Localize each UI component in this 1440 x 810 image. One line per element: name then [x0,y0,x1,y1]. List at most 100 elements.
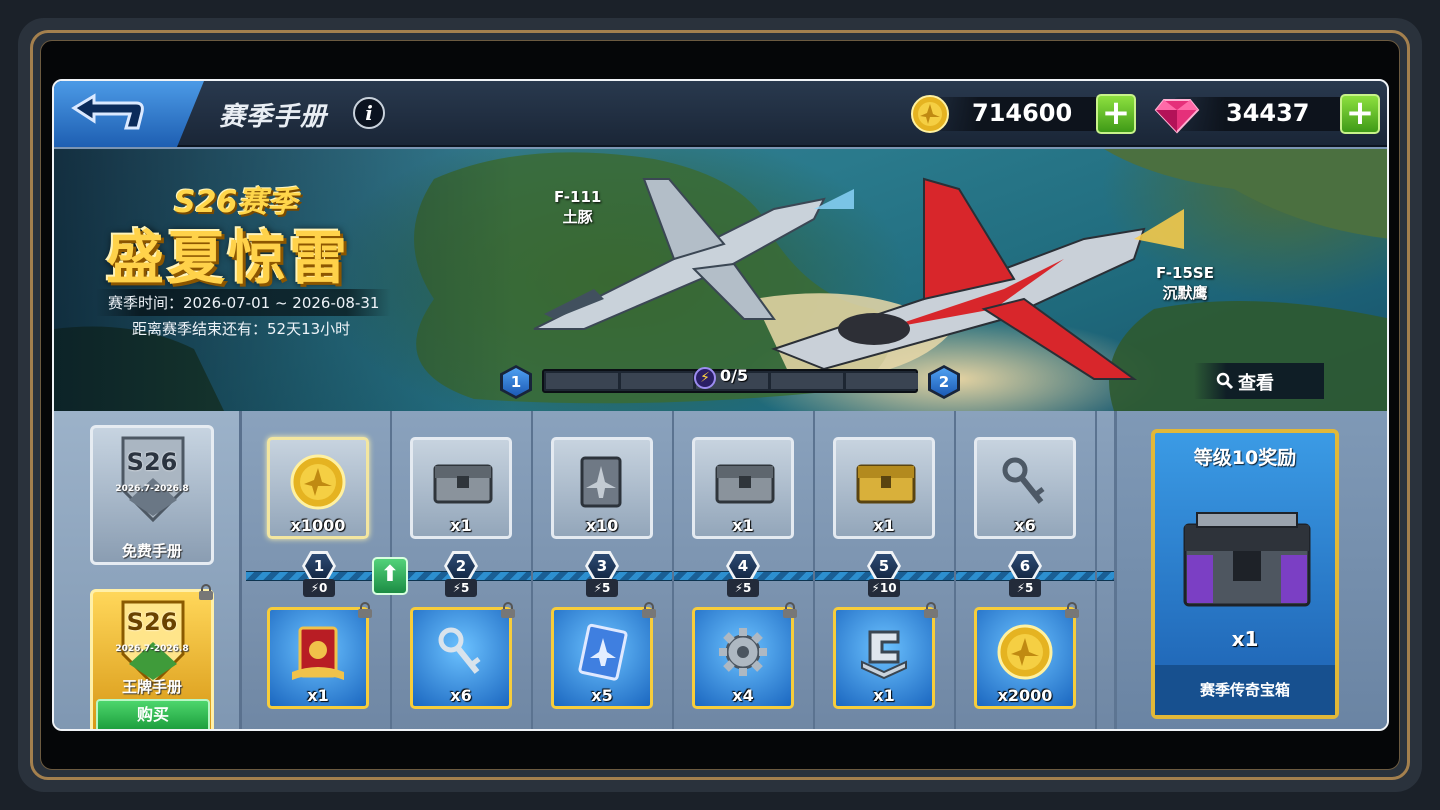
level-cost-value: 5 [602,581,611,595]
reward-qty: x1000 [290,516,346,535]
level-hex: 6 [1008,551,1042,581]
buy-button[interactable]: 购买 [96,699,210,729]
search-icon [1216,372,1234,390]
page-title: 赛季手册 [219,102,328,132]
lock-icon [358,602,372,618]
level-cost-value: 5 [1025,581,1034,595]
free-reward-tile[interactable]: x1 [692,437,794,539]
free-badge-text: S26 [126,448,178,476]
level-cost: ⚡0 [303,579,335,597]
f15se-jet-image [771,177,1184,380]
level-cost: ⚡5 [1009,579,1041,597]
energy-bolt-icon: ⚡ [694,367,716,389]
reward-qty: x1 [307,686,329,705]
reward-track: S26 2026.7-2026.8 免费手册 S26 2026.7-2026.8… [54,411,1387,729]
info-icon[interactable]: i [353,97,385,129]
top-bar: 赛季手册 i 714600 + 34437 + [54,81,1387,147]
view-label: 查看 [1238,373,1274,394]
paid-reward-tile[interactable]: x6 [410,602,515,709]
lock-icon [1065,602,1079,618]
back-button[interactable] [54,81,204,147]
reward-qty: x10 [585,516,619,535]
gem-amount: 34437 [1226,99,1310,127]
level-number: 4 [729,554,757,578]
gold-coin-icon [997,624,1053,680]
steel-crate-icon [715,464,775,504]
paid-reward-tile[interactable]: x1 [833,602,938,709]
level-cost: ⚡10 [868,579,900,597]
jet-name: 沉默鹰 [1162,284,1208,302]
add-gold-button[interactable]: + [1096,94,1136,134]
column-divider [531,411,533,729]
season-time-left: 距离赛季结束还有：52天13小时 [132,320,351,338]
lock-icon [642,602,656,618]
view-button[interactable]: 查看 [1194,363,1324,399]
progress-text: 0/5 [720,366,749,385]
manual-selector: S26 2026.7-2026.8 免费手册 S26 2026.7-2026.8… [54,411,242,729]
free-reward-tile[interactable]: x6 [974,437,1076,539]
paid-reward-tile[interactable]: x2000 [974,602,1079,709]
reward-qty: x4 [732,686,754,705]
level-up-button[interactable]: ⬆ [372,557,408,595]
ace-badge-dates: 2026.7-2026.8 [115,644,189,654]
jet-card-icon [580,456,622,508]
free-reward-tile[interactable]: x1000 [267,437,369,539]
gem-currency: 34437 + [1154,94,1384,134]
level-number: 6 [1011,554,1039,578]
paid-reward-tile[interactable]: x1 [267,602,372,709]
level-node: 2 ⚡5 [444,551,478,601]
legend-chest-icon [1183,512,1311,607]
paid-reward-tile[interactable]: x5 [551,602,656,709]
back-arrow-icon [71,93,144,130]
free-reward-tile[interactable]: x10 [551,437,653,539]
current-level: 1 [503,368,529,396]
gem-icon [1154,99,1200,134]
ace-badge-text: S26 [126,608,178,636]
level-10-reward-card[interactable]: 等级10奖励 x1 赛季传奇宝箱 [1151,429,1339,719]
lock-icon [501,602,515,618]
lock-icon [924,602,938,618]
c-manual-icon [861,630,907,680]
level-hex: 1 [302,551,336,581]
progress-segment [846,373,918,389]
gold-coin-icon [290,454,346,510]
gold-amount: 714600 [972,99,1073,127]
column-divider [672,411,674,729]
column-divider [954,411,956,729]
progress-segment [771,373,843,389]
level-cost-value: 0 [319,581,328,595]
level-hex: 3 [585,551,619,581]
level-node: 5 ⚡10 [867,551,901,601]
lock-icon [783,602,797,618]
reward-qty: x1 [450,516,472,535]
reward-title: 等级10奖励 [1193,447,1297,469]
gold-crate-icon [856,464,916,504]
gear-icon [719,628,767,676]
season-banner: S26赛季 盛夏惊雷 赛季时间：2026-07-01 ~ 2026-08-31 … [54,149,1387,411]
level-number: 5 [870,554,898,578]
key-icon [1002,457,1045,504]
add-gems-button[interactable]: + [1340,94,1380,134]
paid-reward-tile[interactable]: x4 [692,602,797,709]
free-reward-tile[interactable]: x1 [833,437,935,539]
reward-qty: x2000 [997,686,1053,705]
gold-currency: 714600 + [910,94,1140,134]
level-hex: 4 [726,551,760,581]
level-cost-value: 5 [461,581,470,595]
column-divider [813,411,815,729]
steel-crate-icon [433,464,493,504]
lock-icon [199,584,213,600]
milestone-panel: 等级10奖励 x1 赛季传奇宝箱 [1114,411,1387,729]
ace-manual-label: 王牌手册 [121,678,182,696]
reward-qty: x5 [591,686,613,705]
jet-model: F-111 [554,188,602,206]
reward-qty: x1 [732,516,754,535]
jet-label-f15se: F-15SE 沉默鹰 [1156,263,1214,303]
free-manual-card[interactable]: S26 2026.7-2026.8 免费手册 [90,425,214,565]
free-reward-tile[interactable]: x1 [410,437,512,539]
reward-qty: x6 [450,686,472,705]
level-hex: 2 [444,551,478,581]
season-theme: 盛夏惊雷 [106,224,351,292]
reward-qty: x6 [1014,516,1036,535]
jet-model: F-15SE [1156,264,1214,282]
